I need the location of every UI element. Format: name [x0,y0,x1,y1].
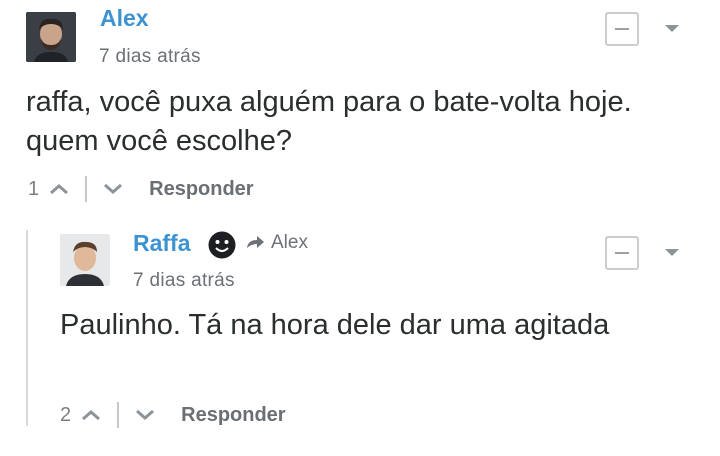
upvote-button[interactable] [81,409,101,421]
reply-timestamp[interactable]: 7 dias atrás [133,270,235,292]
chevron-down-icon [136,409,155,420]
divider [85,176,88,202]
avatar[interactable] [26,12,76,62]
reply-comment: Raffa Alex 7 dias atrás Paulinho. Tá na … [0,222,720,456]
avatar[interactable] [60,234,110,286]
collapse-button[interactable] [605,236,639,270]
divider [117,402,120,428]
reply-button[interactable]: Responder [149,178,253,201]
collapse-button[interactable] [605,12,639,46]
reply-arrow-icon [247,236,264,248]
vote-count: 2 [60,403,72,426]
upvote-button[interactable] [49,183,69,195]
minus-icon [615,28,629,30]
reply-footer: 2 Responder [60,402,286,428]
comment: Alex 7 dias atrás raffa, você puxa algué… [0,0,720,220]
comment-timestamp[interactable]: 7 dias atrás [99,46,201,68]
thread-line [26,230,28,426]
dark-smiley-badge-icon [207,230,237,265]
reply-to-name: Alex [271,232,308,253]
chevron-down-icon [104,183,123,194]
downvote-button[interactable] [135,409,155,421]
reply-button[interactable]: Responder [181,404,285,427]
user-avatar-icon [60,234,110,286]
chevron-up-icon [50,184,69,195]
vote-count: 1 [28,177,40,200]
reply-to[interactable]: Alex [245,232,308,254]
chevron-down-icon[interactable] [665,249,679,256]
chevron-up-icon [82,410,101,421]
reply-text: Paulinho. Tá na hora dele dar uma agitad… [60,309,610,341]
comment-text: raffa, você puxa alguém para o bate-volt… [26,86,632,157]
comment-footer: 1 Responder [28,176,254,202]
comment-author[interactable]: Alex [100,5,149,32]
chevron-down-icon[interactable] [665,25,679,32]
user-avatar-icon [26,12,76,62]
reply-author[interactable]: Raffa [133,230,191,257]
downvote-button[interactable] [103,183,123,195]
minus-icon [615,252,629,254]
